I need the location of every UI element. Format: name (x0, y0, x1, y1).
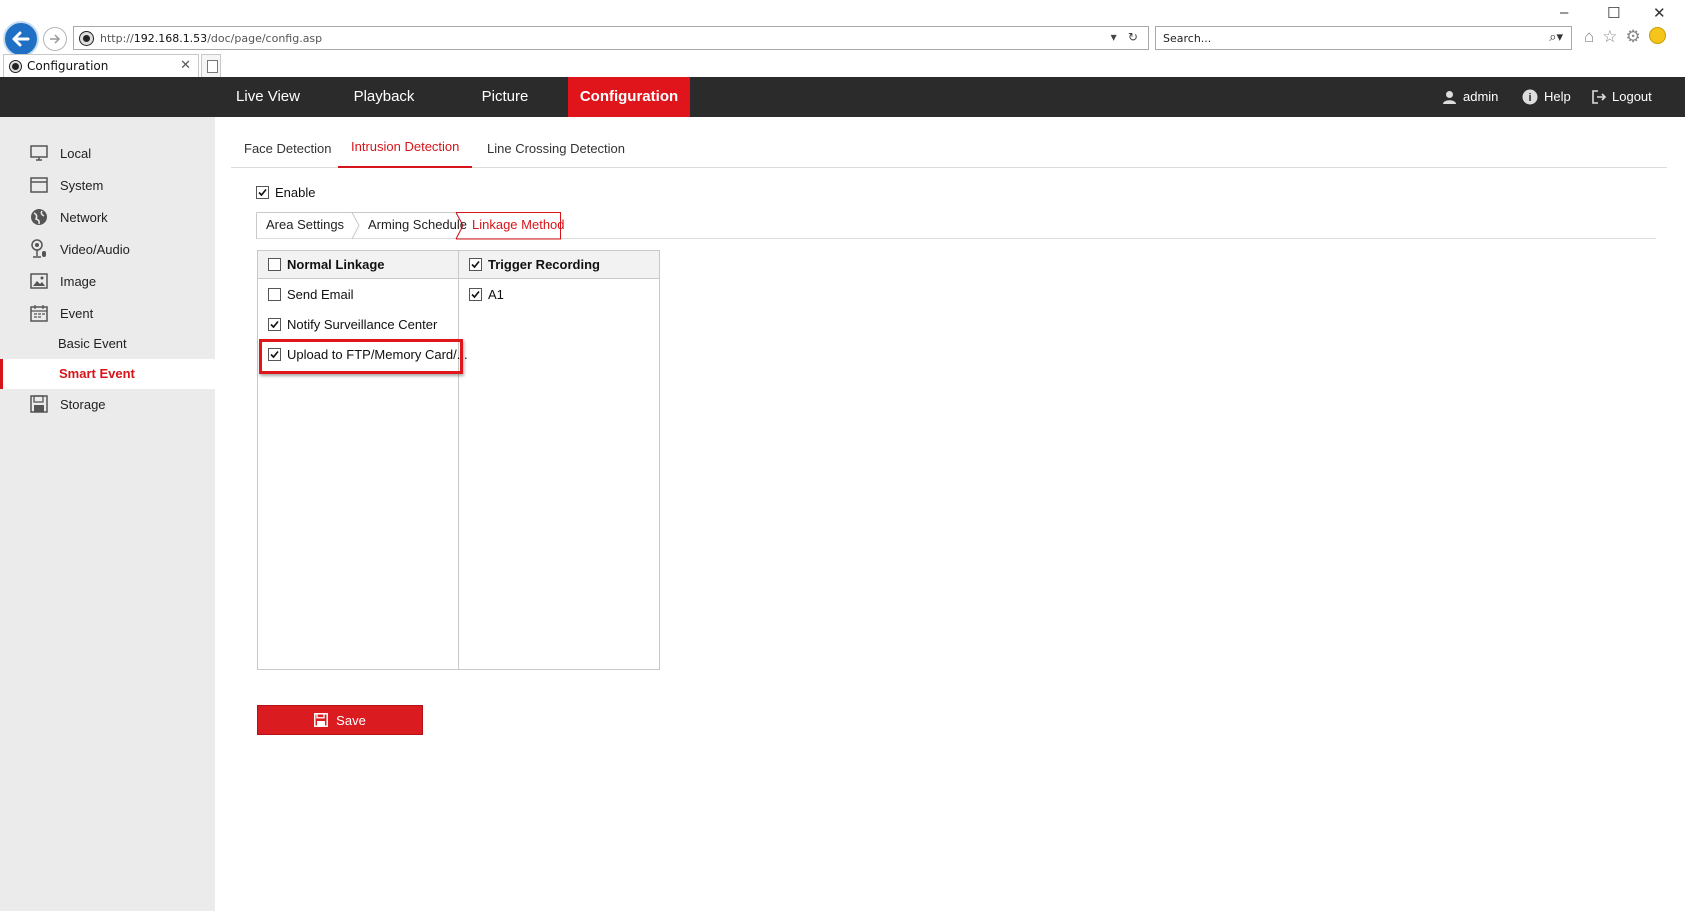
send-email-row[interactable]: Send Email (268, 287, 353, 302)
highlight-annotation (259, 339, 463, 374)
enable-row: Enable (256, 185, 315, 200)
sidebar-item-smart-event[interactable]: Smart Event (0, 359, 215, 389)
url-text: http://192.168.1.53/doc/page/config.asp (100, 31, 323, 45)
browser-tab[interactable]: Configuration ✕ (3, 54, 199, 77)
new-tab-button[interactable] (201, 54, 221, 77)
step-area-settings[interactable]: Area Settings (266, 212, 344, 239)
sidebar-item-storage[interactable]: Storage (0, 389, 215, 419)
notify-surveillance-center-row[interactable]: Notify Surveillance Center (268, 317, 437, 332)
globe-icon (30, 208, 48, 226)
a1-label: A1 (488, 287, 504, 302)
nav-playback[interactable]: Playback (334, 77, 434, 117)
home-icon[interactable]: ⌂ (1584, 27, 1594, 47)
tab-face-detection[interactable]: Face Detection (231, 130, 344, 168)
browser-toolbar: ⌂ ☆ ⚙ (1584, 27, 1666, 47)
nav-configuration[interactable]: Configuration (568, 77, 690, 117)
normal-linkage-header: Normal Linkage (258, 251, 458, 279)
sidebar-item-video-audio[interactable]: Video/Audio (0, 234, 215, 264)
settings-gear-icon[interactable]: ⚙ (1626, 27, 1641, 47)
checkmark-icon (471, 290, 480, 299)
forward-arrow-icon (50, 34, 61, 44)
checkmark-icon (270, 320, 279, 329)
tab-title: Configuration (27, 59, 109, 73)
sidebar-item-label: Video/Audio (60, 241, 130, 257)
search-icon[interactable]: ⌕▾ (1549, 30, 1563, 45)
a1-row[interactable]: A1 (469, 287, 504, 302)
search-input[interactable]: Search... ⌕▾ (1155, 26, 1572, 50)
send-email-checkbox[interactable] (268, 288, 281, 301)
notify-surveillance-center-label: Notify Surveillance Center (287, 317, 438, 332)
image-icon (30, 272, 48, 290)
sidebar-item-label: Event (60, 305, 94, 321)
sidebar-item-label: Image (60, 273, 97, 289)
floppy-storage-icon (30, 395, 48, 413)
help-icon: i (1522, 89, 1538, 105)
favorites-star-icon[interactable]: ☆ (1602, 27, 1617, 47)
sidebar-item-event[interactable]: Event (0, 298, 215, 328)
camera-mic-icon (30, 239, 48, 258)
calendar-icon (30, 304, 48, 322)
sidebar-item-label: Network (60, 209, 108, 225)
sidebar-item-image[interactable]: Image (0, 266, 215, 296)
sidebar-item-label: Local (60, 145, 92, 161)
sidebar: Local System Network Video/Audio Image E… (0, 117, 215, 911)
tab-close-icon[interactable]: ✕ (180, 58, 191, 73)
address-bar[interactable]: http://192.168.1.53/doc/page/config.asp … (73, 26, 1149, 50)
help-label: Help (1544, 89, 1571, 104)
logout-label: Logout (1612, 89, 1652, 104)
linkage-method-table: Normal Linkage Trigger Recording Send Em… (257, 250, 660, 670)
checkmark-icon (471, 260, 480, 269)
send-email-label: Send Email (287, 287, 354, 302)
top-navigation: Live View Playback Picture Configuration… (0, 77, 1685, 117)
tab-favicon-icon (10, 60, 21, 72)
feedback-smiley-icon[interactable] (1648, 27, 1666, 44)
sidebar-item-label: Storage (60, 396, 106, 412)
save-floppy-icon (314, 713, 329, 727)
user-icon (1443, 90, 1456, 104)
trigger-recording-header: Trigger Recording (459, 251, 659, 279)
save-label: Save (336, 712, 366, 728)
a1-checkbox[interactable] (469, 288, 482, 301)
logout-link[interactable]: Logout (1592, 77, 1652, 117)
enable-checkbox[interactable] (256, 186, 269, 199)
forward-button[interactable] (43, 27, 67, 51)
tab-line-crossing-detection[interactable]: Line Crossing Detection (474, 130, 638, 168)
sidebar-item-local[interactable]: Local (0, 138, 215, 168)
sidebar-item-network[interactable]: Network (0, 202, 215, 232)
enable-label: Enable (275, 185, 316, 200)
step-arming-schedule[interactable]: Arming Schedule (368, 212, 467, 239)
config-steps: Area Settings Arming Schedule Linkage Me… (256, 212, 1656, 240)
site-favicon-icon (80, 31, 93, 45)
step-linkage-method[interactable]: Linkage Method (472, 212, 565, 239)
logout-icon (1592, 90, 1606, 104)
checkmark-icon (258, 188, 267, 197)
browser-chrome: http://192.168.1.53/doc/page/config.asp … (0, 0, 1685, 77)
trigger-recording-label: Trigger Recording (488, 257, 600, 272)
refresh-icon[interactable]: ▾ ↻ (1111, 30, 1142, 44)
trigger-recording-checkbox[interactable] (469, 258, 482, 271)
sidebar-item-label: System (60, 177, 104, 193)
normal-linkage-checkbox[interactable] (268, 258, 281, 271)
maximize-icon[interactable]: ☐ (1607, 4, 1620, 22)
sidebar-item-system[interactable]: System (0, 170, 215, 200)
notify-surveillance-center-checkbox[interactable] (268, 318, 281, 331)
nav-live-view[interactable]: Live View (218, 77, 318, 117)
back-button[interactable] (3, 21, 39, 57)
help-link[interactable]: i Help (1522, 77, 1571, 117)
nav-picture[interactable]: Picture (455, 77, 555, 117)
sidebar-item-basic-event[interactable]: Basic Event (0, 329, 215, 359)
user-menu[interactable]: admin (1442, 77, 1498, 117)
system-window-icon (30, 176, 48, 194)
svg-text:i: i (1528, 92, 1531, 104)
column-divider (458, 251, 459, 669)
save-button[interactable]: Save (257, 705, 423, 735)
back-arrow-icon (12, 31, 30, 47)
tab-intrusion-detection[interactable]: Intrusion Detection (338, 130, 473, 168)
minimize-icon[interactable]: – (1560, 4, 1568, 21)
close-window-icon[interactable]: ✕ (1653, 4, 1666, 22)
username: admin (1463, 89, 1499, 104)
normal-linkage-label: Normal Linkage (287, 257, 385, 272)
monitor-icon (30, 144, 48, 162)
event-subtabs: Face Detection Intrusion Detection Line … (231, 130, 1667, 168)
